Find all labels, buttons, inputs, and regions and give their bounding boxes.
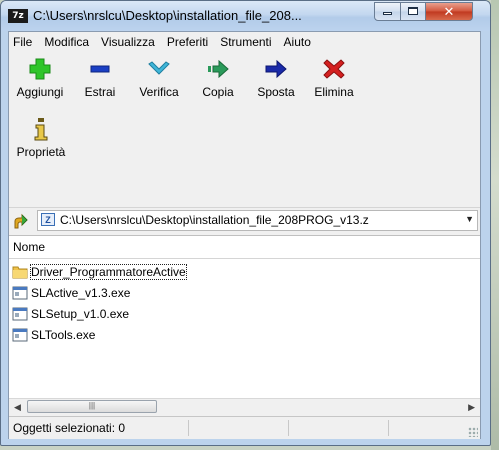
extract-label: Estrai bbox=[84, 85, 116, 99]
column-header-name[interactable]: Nome bbox=[9, 236, 480, 259]
horizontal-scrollbar[interactable]: ◀ ||| ▶ bbox=[9, 398, 480, 416]
file-name: Driver_ProgrammatoreActive bbox=[30, 263, 187, 280]
file-list: Nome Driver_ProgrammatoreActive SLActive… bbox=[9, 235, 480, 399]
minimize-button[interactable] bbox=[374, 2, 401, 21]
minus-icon bbox=[77, 57, 123, 81]
copy-button[interactable]: Copia bbox=[195, 57, 241, 99]
delete-x-icon bbox=[309, 57, 359, 81]
maximize-icon bbox=[408, 7, 418, 15]
delete-label: Elimina bbox=[314, 85, 354, 99]
title-bar[interactable]: 7z C:\Users\nrslcu\Desktop\installation_… bbox=[1, 1, 490, 31]
resize-grip-icon[interactable] bbox=[468, 427, 478, 437]
file-name: SLTools.exe bbox=[31, 327, 96, 342]
scroll-right-icon[interactable]: ▶ bbox=[468, 402, 475, 413]
status-cell bbox=[289, 420, 389, 436]
exe-icon bbox=[12, 286, 28, 300]
menu-aiuto[interactable]: Aiuto bbox=[278, 32, 317, 52]
menu-strumenti[interactable]: Strumenti bbox=[214, 32, 277, 52]
delete-button[interactable]: Elimina bbox=[309, 57, 359, 99]
exe-icon bbox=[12, 307, 28, 321]
dropdown-arrow-icon[interactable]: ▼ bbox=[465, 214, 474, 224]
test-button[interactable]: Verifica bbox=[131, 57, 187, 99]
archive-icon: Z bbox=[41, 213, 55, 226]
toolbar: Aggiungi Estrai Verifica Copia Sposta El… bbox=[9, 53, 480, 205]
desktop-background bbox=[491, 0, 499, 450]
list-item[interactable]: Driver_ProgrammatoreActive bbox=[9, 261, 480, 282]
list-item[interactable]: SLTools.exe bbox=[9, 324, 480, 345]
properties-button[interactable]: Proprietà bbox=[11, 117, 71, 159]
file-name: SLSetup_v1.0.exe bbox=[31, 306, 130, 321]
maximize-button[interactable] bbox=[400, 2, 426, 21]
minimize-icon bbox=[383, 12, 392, 15]
status-bar: Oggetti selezionati: 0 bbox=[9, 416, 480, 439]
status-cell bbox=[189, 420, 289, 436]
menu-modifica[interactable]: Modifica bbox=[38, 32, 95, 52]
close-button[interactable]: ✕ bbox=[425, 2, 473, 21]
7zip-app-icon[interactable]: 7z bbox=[8, 9, 28, 23]
address-bar: Z C:\Users\nrslcu\Desktop\installation_f… bbox=[9, 207, 480, 234]
move-label: Sposta bbox=[257, 85, 295, 99]
move-arrow-icon bbox=[251, 57, 301, 81]
list-item[interactable]: SLSetup_v1.0.exe bbox=[9, 303, 480, 324]
menu-visualizza[interactable]: Visualizza bbox=[95, 32, 161, 52]
app-window: 7z C:\Users\nrslcu\Desktop\installation_… bbox=[0, 0, 491, 446]
window-title: C:\Users\nrslcu\Desktop\installation_fil… bbox=[33, 8, 302, 23]
exe-icon bbox=[12, 328, 28, 342]
add-label: Aggiungi bbox=[16, 85, 64, 99]
properties-label: Proprietà bbox=[16, 145, 66, 159]
menu-preferiti[interactable]: Preferiti bbox=[161, 32, 214, 52]
list-item[interactable]: SLActive_v1.3.exe bbox=[9, 282, 480, 303]
client-area: File Modifica Visualizza Preferiti Strum… bbox=[8, 31, 481, 439]
move-button[interactable]: Sposta bbox=[251, 57, 301, 99]
menu-file[interactable]: File bbox=[9, 32, 38, 52]
folder-up-icon[interactable] bbox=[12, 212, 30, 230]
file-name: SLActive_v1.3.exe bbox=[31, 285, 131, 300]
extract-button[interactable]: Estrai bbox=[77, 57, 123, 99]
menu-bar: File Modifica Visualizza Preferiti Strum… bbox=[9, 32, 480, 52]
test-label: Verifica bbox=[139, 85, 179, 99]
copy-arrow-icon bbox=[195, 57, 241, 81]
scroll-thumb[interactable]: ||| bbox=[27, 400, 157, 413]
plus-icon bbox=[11, 57, 69, 81]
folder-icon bbox=[12, 265, 28, 279]
copy-label: Copia bbox=[202, 85, 234, 99]
address-field[interactable]: Z C:\Users\nrslcu\Desktop\installation_f… bbox=[37, 210, 478, 231]
check-chevron-icon bbox=[131, 57, 187, 81]
status-cell bbox=[9, 420, 189, 436]
info-icon bbox=[11, 117, 71, 141]
scroll-left-icon[interactable]: ◀ bbox=[14, 402, 21, 413]
address-path: C:\Users\nrslcu\Desktop\installation_fil… bbox=[60, 213, 369, 227]
add-button[interactable]: Aggiungi bbox=[11, 57, 69, 99]
close-icon: ✕ bbox=[443, 4, 455, 19]
